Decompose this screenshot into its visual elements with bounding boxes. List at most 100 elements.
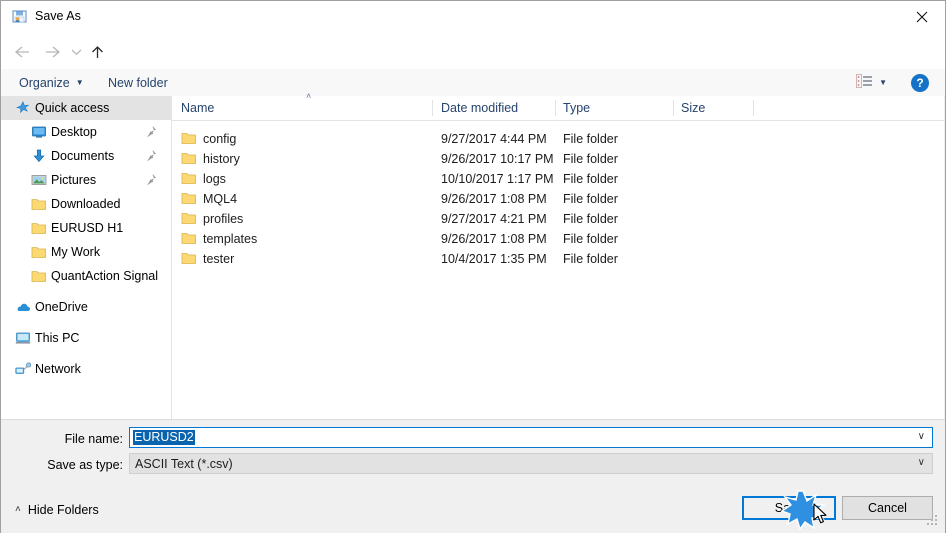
close-icon[interactable] xyxy=(899,1,945,32)
folder-icon xyxy=(181,211,197,225)
download-icon xyxy=(31,148,51,164)
sidebar-item-label: My Work xyxy=(51,245,101,259)
pin-icon[interactable] xyxy=(145,149,157,162)
back-icon[interactable] xyxy=(11,41,33,63)
folder-icon xyxy=(181,191,197,205)
table-row[interactable]: config 9/27/2017 4:44 PM File folder xyxy=(172,129,944,149)
sidebar-item-label: OneDrive xyxy=(35,300,88,314)
view-list-icon xyxy=(856,74,873,91)
cell-type: File folder xyxy=(563,252,618,266)
view-options-button[interactable]: ▼ xyxy=(856,74,887,91)
table-row[interactable]: MQL4 9/26/2017 1:08 PM File folder xyxy=(172,189,944,209)
file-list: ˄ Name Date modified Type Size config 9/2… xyxy=(172,91,944,419)
sidebar-item-label: Quick access xyxy=(35,101,110,115)
hide-folders-button[interactable]: ˄ Hide Folders xyxy=(15,503,99,517)
organize-button[interactable]: Organize ▼ xyxy=(19,74,84,91)
cell-type: File folder xyxy=(563,172,618,186)
column-label: Size xyxy=(681,100,706,115)
cell-type: File folder xyxy=(563,212,618,226)
file-name-input[interactable]: EURUSD2 ∨ xyxy=(129,427,933,448)
chevron-down-icon: ▼ xyxy=(75,77,84,87)
chevron-down-icon[interactable]: ∨ xyxy=(918,432,925,442)
sidebar-item-this-pc[interactable]: This PC xyxy=(1,326,171,350)
cell-type: File folder xyxy=(563,232,618,246)
star-icon xyxy=(15,100,35,116)
pin-icon[interactable] xyxy=(145,125,157,138)
column-divider[interactable] xyxy=(753,100,754,116)
sidebar-item-my-work[interactable]: My Work xyxy=(1,240,171,264)
sidebar-item-quantaction-signal[interactable]: QuantAction Signal xyxy=(1,264,171,288)
new-folder-button[interactable]: New folder xyxy=(108,74,168,91)
hide-folders-label: Hide Folders xyxy=(27,503,99,517)
cell-date-modified: 9/27/2017 4:21 PM xyxy=(441,212,547,226)
sidebar-item-network[interactable]: Network xyxy=(1,357,171,381)
cell-date-modified: 9/26/2017 1:08 PM xyxy=(441,192,547,206)
sidebar-item-desktop[interactable]: Desktop xyxy=(1,120,171,144)
sidebar-item-documents[interactable]: Documents xyxy=(1,144,171,168)
column-divider[interactable] xyxy=(555,100,556,116)
save-as-dialog: Save As Organize ▼ New folder ▼ ? Quick … xyxy=(0,0,946,533)
sidebar-item-onedrive[interactable]: OneDrive xyxy=(1,295,171,319)
organize-label: Organize xyxy=(19,75,70,90)
cloud-icon xyxy=(15,299,35,315)
column-header-date-modified[interactable]: Date modified xyxy=(441,96,551,119)
cell-date-modified: 10/10/2017 1:17 PM xyxy=(441,172,554,186)
cell-name: config xyxy=(203,132,237,146)
up-icon[interactable] xyxy=(86,41,108,63)
sidebar-item-downloaded[interactable]: Downloaded xyxy=(1,192,171,216)
sidebar-item-label: Downloaded xyxy=(51,197,121,211)
sidebar-item-label: EURUSD H1 xyxy=(51,221,124,235)
folder-icon xyxy=(181,151,197,165)
help-button[interactable]: ? xyxy=(911,74,929,92)
cell-name: history xyxy=(203,152,240,166)
folder-icon xyxy=(181,171,197,185)
new-folder-label: New folder xyxy=(108,75,168,90)
cell-name: templates xyxy=(203,232,258,246)
recent-locations-icon[interactable] xyxy=(68,41,84,63)
cancel-button[interactable]: Cancel xyxy=(842,496,933,520)
folder-icon xyxy=(31,268,51,284)
pin-icon[interactable] xyxy=(145,173,157,186)
folder-icon xyxy=(181,131,197,145)
column-divider[interactable] xyxy=(673,100,674,116)
column-label: Name xyxy=(181,100,215,115)
table-row[interactable]: tester 10/4/2017 1:35 PM File folder xyxy=(172,249,944,269)
sidebar-item-eurusd-h1[interactable]: EURUSD H1 xyxy=(1,216,171,240)
chevron-down-icon[interactable]: ∨ xyxy=(918,458,925,468)
column-header-name[interactable]: ˄ Name xyxy=(181,91,431,119)
save-as-type-select[interactable]: ASCII Text (*.csv) ∨ xyxy=(129,453,933,474)
column-label: Date modified xyxy=(441,100,519,115)
column-headers: ˄ Name Date modified Type Size xyxy=(172,91,944,121)
table-row[interactable]: history 9/26/2017 10:17 PM File folder xyxy=(172,149,944,169)
cell-type: File folder xyxy=(563,152,618,166)
table-row[interactable]: templates 9/26/2017 1:08 PM File folder xyxy=(172,229,944,249)
table-row[interactable]: profiles 9/27/2017 4:21 PM File folder xyxy=(172,209,944,229)
column-divider[interactable] xyxy=(432,100,433,116)
window-title: Save As xyxy=(35,9,81,23)
folder-icon xyxy=(31,220,51,236)
picture-icon xyxy=(31,172,51,188)
navigation-pane: Quick access Desktop Documents Pictures Down… xyxy=(1,96,172,419)
sidebar-item-quick-access[interactable]: Quick access xyxy=(1,96,171,120)
table-row[interactable]: logs 10/10/2017 1:17 PM File folder xyxy=(172,169,944,189)
column-label: Type xyxy=(563,100,591,115)
column-header-size[interactable]: Size xyxy=(681,96,751,119)
column-header-type[interactable]: Type xyxy=(563,96,668,119)
cell-name: logs xyxy=(203,172,226,186)
sidebar-item-label: Documents xyxy=(51,149,115,163)
resize-grip[interactable] xyxy=(927,515,939,527)
title-bar: Save As xyxy=(1,1,945,33)
save-as-type-value: ASCII Text (*.csv) xyxy=(135,456,233,471)
chevron-down-icon: ▼ xyxy=(879,77,887,87)
sidebar-item-pictures[interactable]: Pictures xyxy=(1,168,171,192)
cell-name: MQL4 xyxy=(203,192,238,206)
cell-date-modified: 9/26/2017 1:08 PM xyxy=(441,232,547,246)
save-button[interactable]: Save xyxy=(742,496,836,520)
cell-type: File folder xyxy=(563,132,618,146)
cell-date-modified: 9/27/2017 4:44 PM xyxy=(441,132,547,146)
forward-icon[interactable] xyxy=(41,41,63,63)
sidebar-item-label: Pictures xyxy=(51,173,97,187)
file-name-label: File name: xyxy=(64,432,123,446)
